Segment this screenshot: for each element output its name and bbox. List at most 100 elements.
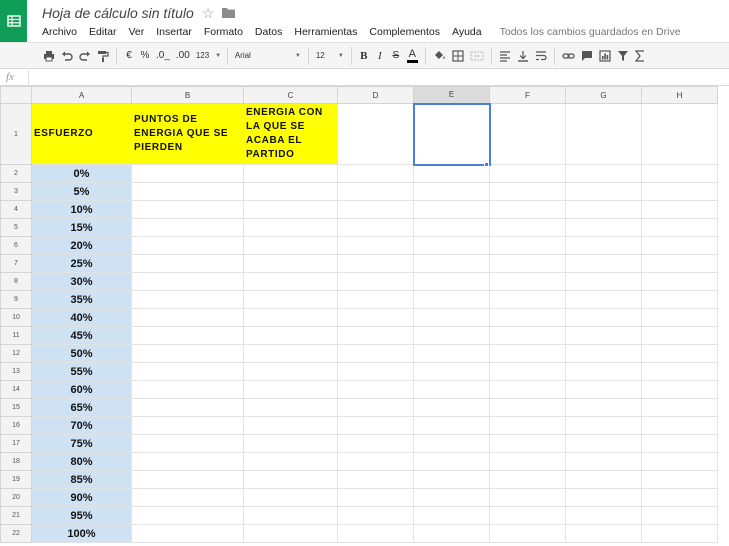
empty-cell[interactable] xyxy=(489,182,566,201)
menu-complementos[interactable]: Complementos xyxy=(363,26,446,38)
empty-cell[interactable] xyxy=(641,488,718,507)
row-header[interactable]: 2 xyxy=(0,164,32,183)
column-header-h[interactable]: H xyxy=(641,86,718,104)
empty-cell[interactable] xyxy=(565,218,642,237)
empty-cell[interactable] xyxy=(337,524,414,543)
empty-cell[interactable] xyxy=(243,290,338,309)
menu-formato[interactable]: Formato xyxy=(198,26,249,38)
italic-button[interactable]: I xyxy=(372,46,388,66)
empty-cell[interactable] xyxy=(489,254,566,273)
row-header[interactable]: 22 xyxy=(0,524,32,543)
empty-cell[interactable] xyxy=(131,326,244,345)
empty-cell[interactable] xyxy=(489,218,566,237)
empty-cell[interactable] xyxy=(243,200,338,219)
row-header[interactable]: 19 xyxy=(0,470,32,489)
empty-cell[interactable] xyxy=(489,488,566,507)
empty-cell[interactable] xyxy=(337,164,414,183)
menu-archivo[interactable]: Archivo xyxy=(36,26,83,38)
empty-cell[interactable] xyxy=(131,416,244,435)
empty-cell[interactable] xyxy=(641,164,718,183)
empty-cell[interactable] xyxy=(337,506,414,525)
text-wrapping-button[interactable] xyxy=(532,46,550,66)
insert-chart-button[interactable] xyxy=(596,46,614,66)
row-header[interactable]: 12 xyxy=(0,344,32,363)
empty-cell[interactable] xyxy=(337,182,414,201)
empty-cell[interactable] xyxy=(565,524,642,543)
empty-cell[interactable] xyxy=(565,416,642,435)
cell-effort-value[interactable]: 40% xyxy=(31,308,132,327)
row-header[interactable]: 16 xyxy=(0,416,32,435)
text-color-button[interactable]: A xyxy=(404,46,421,66)
empty-cell[interactable] xyxy=(565,236,642,255)
cell-f1[interactable] xyxy=(489,103,566,165)
empty-cell[interactable] xyxy=(243,416,338,435)
empty-cell[interactable] xyxy=(337,272,414,291)
empty-cell[interactable] xyxy=(131,344,244,363)
paint-format-button[interactable] xyxy=(94,46,112,66)
empty-cell[interactable] xyxy=(489,326,566,345)
row-header[interactable]: 9 xyxy=(0,290,32,309)
empty-cell[interactable] xyxy=(641,416,718,435)
empty-cell[interactable] xyxy=(413,398,490,417)
empty-cell[interactable] xyxy=(565,182,642,201)
empty-cell[interactable] xyxy=(131,164,244,183)
empty-cell[interactable] xyxy=(489,506,566,525)
empty-cell[interactable] xyxy=(131,362,244,381)
empty-cell[interactable] xyxy=(489,524,566,543)
empty-cell[interactable] xyxy=(413,344,490,363)
insert-comment-button[interactable] xyxy=(578,46,596,66)
empty-cell[interactable] xyxy=(243,326,338,345)
row-header[interactable]: 17 xyxy=(0,434,32,453)
row-header[interactable]: 5 xyxy=(0,218,32,237)
row-header[interactable]: 1 xyxy=(0,103,32,165)
empty-cell[interactable] xyxy=(131,182,244,201)
empty-cell[interactable] xyxy=(243,380,338,399)
empty-cell[interactable] xyxy=(337,308,414,327)
empty-cell[interactable] xyxy=(565,506,642,525)
document-title[interactable]: Hoja de cálculo sin título xyxy=(42,5,194,21)
empty-cell[interactable] xyxy=(337,218,414,237)
cell-effort-value[interactable]: 60% xyxy=(31,380,132,399)
empty-cell[interactable] xyxy=(131,452,244,471)
empty-cell[interactable] xyxy=(565,434,642,453)
cell-b1[interactable]: PUNTOS DE ENERGIA QUE SE PIERDEN xyxy=(131,103,244,165)
empty-cell[interactable] xyxy=(243,452,338,471)
empty-cell[interactable] xyxy=(131,434,244,453)
row-header[interactable]: 14 xyxy=(0,380,32,399)
empty-cell[interactable] xyxy=(565,200,642,219)
empty-cell[interactable] xyxy=(337,362,414,381)
menu-ayuda[interactable]: Ayuda xyxy=(446,26,488,38)
empty-cell[interactable] xyxy=(243,254,338,273)
empty-cell[interactable] xyxy=(641,290,718,309)
currency-format-button[interactable]: € xyxy=(121,46,137,66)
save-status[interactable]: Todos los cambios guardados en Drive xyxy=(488,26,681,38)
redo-button[interactable] xyxy=(76,46,94,66)
row-header[interactable]: 20 xyxy=(0,488,32,507)
empty-cell[interactable] xyxy=(131,506,244,525)
column-header-a[interactable]: A xyxy=(31,86,132,104)
cell-effort-value[interactable]: 0% xyxy=(31,164,132,183)
empty-cell[interactable] xyxy=(243,272,338,291)
row-header[interactable]: 13 xyxy=(0,362,32,381)
empty-cell[interactable] xyxy=(131,470,244,489)
empty-cell[interactable] xyxy=(489,344,566,363)
cell-effort-value[interactable]: 85% xyxy=(31,470,132,489)
cell-effort-value[interactable]: 95% xyxy=(31,506,132,525)
empty-cell[interactable] xyxy=(131,236,244,255)
font-family-dropdown[interactable]: Arial ▼ xyxy=(232,46,304,66)
empty-cell[interactable] xyxy=(565,326,642,345)
cell-c1[interactable]: ENERGIA CON LA QUE SE ACABA EL PARTIDO xyxy=(243,103,338,165)
empty-cell[interactable] xyxy=(489,272,566,291)
cell-g1[interactable] xyxy=(565,103,642,165)
empty-cell[interactable] xyxy=(131,524,244,543)
empty-cell[interactable] xyxy=(243,434,338,453)
column-header-f[interactable]: F xyxy=(489,86,566,104)
empty-cell[interactable] xyxy=(413,236,490,255)
empty-cell[interactable] xyxy=(489,452,566,471)
increase-decimals-button[interactable]: .00 xyxy=(173,46,193,66)
empty-cell[interactable] xyxy=(413,326,490,345)
formula-input[interactable] xyxy=(28,69,729,85)
empty-cell[interactable] xyxy=(243,506,338,525)
empty-cell[interactable] xyxy=(413,524,490,543)
menu-datos[interactable]: Datos xyxy=(249,26,288,38)
